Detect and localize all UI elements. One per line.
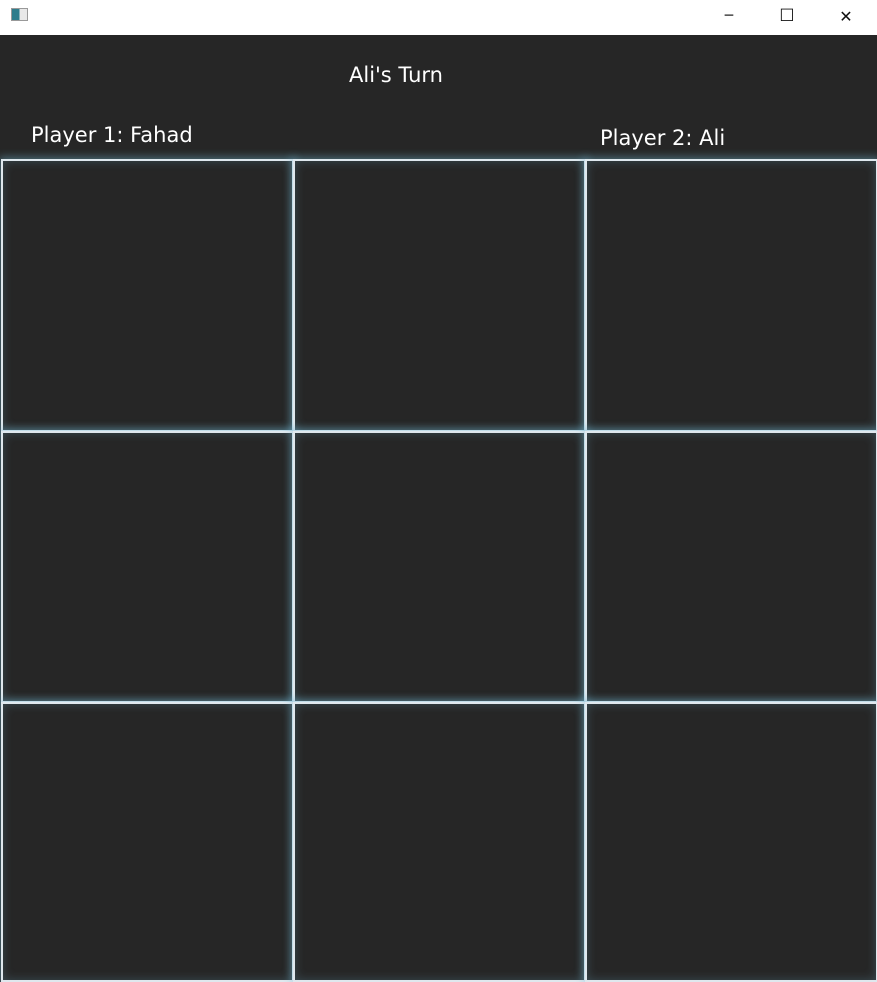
board-cell-1-1[interactable] [293, 431, 586, 703]
board-cell-2-1[interactable] [293, 702, 586, 982]
turn-label: Ali's Turn [349, 63, 443, 87]
board-cell-0-1[interactable] [293, 159, 586, 432]
board-cell-1-2[interactable] [585, 431, 877, 703]
board-cell-2-2[interactable] [585, 702, 877, 982]
maximize-button[interactable]: ☐ [758, 0, 816, 32]
app-window-icon [11, 8, 28, 21]
close-button[interactable]: ✕ [817, 0, 875, 32]
player1-label: Player 1: Fahad [31, 123, 193, 147]
board-cell-1-0[interactable] [1, 431, 294, 703]
player2-label: Player 2: Ali [600, 126, 726, 150]
board-cell-2-0[interactable] [1, 702, 294, 982]
board-cell-0-0[interactable] [1, 159, 294, 432]
board-cell-0-2[interactable] [585, 159, 877, 432]
game-area: Ali's Turn Player 1: Fahad Player 2: Ali [0, 35, 877, 982]
minimize-button[interactable]: ─ [700, 0, 758, 32]
title-bar: ─ ☐ ✕ [0, 0, 877, 35]
